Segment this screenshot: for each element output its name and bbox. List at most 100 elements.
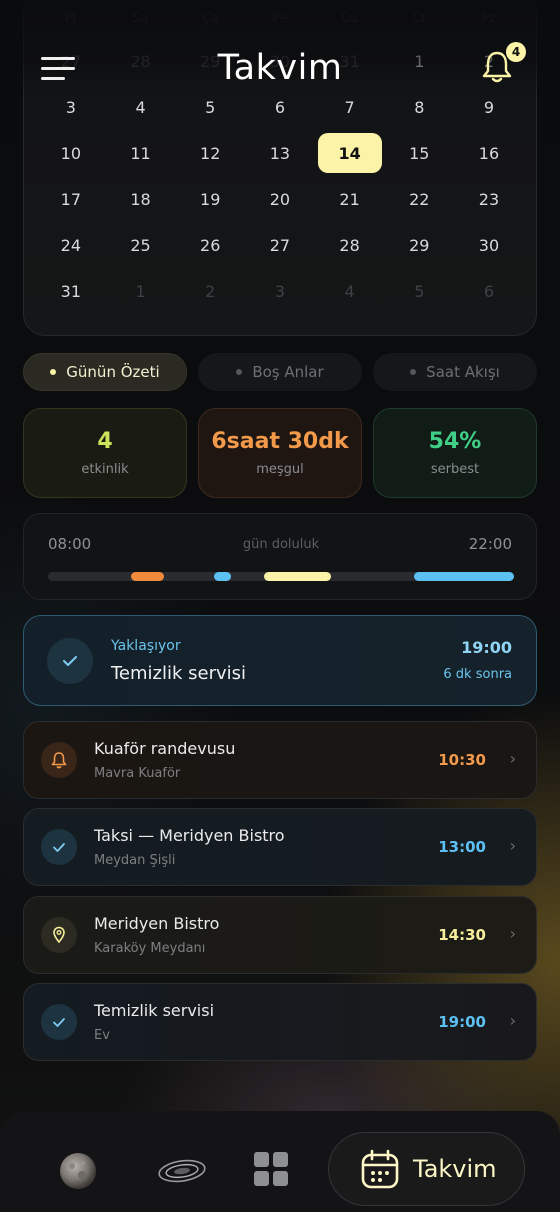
weekday-label: Cu	[340, 10, 359, 26]
calendar-day[interactable]: 4	[106, 84, 176, 130]
calendar-day-number: 14	[317, 133, 382, 173]
check-icon	[41, 1004, 77, 1040]
tab-label: Günün Özeti	[66, 363, 160, 381]
fullness-segment	[264, 572, 331, 581]
calendar-day[interactable]: 11	[106, 130, 176, 176]
calendar-day[interactable]: 13	[245, 130, 315, 176]
calendar-day-number: 1	[135, 281, 146, 301]
location-pin-icon	[41, 917, 77, 953]
weekday-label: Ct	[412, 10, 427, 26]
tab-dot	[410, 369, 417, 375]
nav-grid[interactable]	[253, 1151, 289, 1187]
calendar-day-number: 23	[478, 189, 500, 209]
calendar-day[interactable]: 2	[175, 268, 245, 314]
fullness-end: 22:00	[468, 535, 512, 553]
calendar-day-number: 6	[274, 97, 285, 117]
event-title: Meridyen Bistro	[94, 914, 220, 933]
event-row[interactable]: Kuaför randevusu Mavra Kuaför 10:30 ›	[23, 721, 537, 799]
event-subtitle: Mavra Kuaför	[94, 766, 181, 781]
calendar-day-number: 31	[60, 281, 82, 301]
chevron-right-icon: ›	[509, 836, 516, 855]
calendar-day[interactable]: 25	[106, 222, 176, 268]
nav-planet[interactable]	[156, 1151, 208, 1191]
calendar-day[interactable]: 29	[384, 222, 454, 268]
calendar-day[interactable]: 6	[454, 268, 524, 314]
calendar-day[interactable]: 22	[384, 176, 454, 222]
calendar-day-number: 4	[135, 97, 146, 117]
stat-label: etkinlik	[81, 462, 129, 477]
calendar-day[interactable]: 28	[106, 38, 176, 84]
upcoming-status: Yaklaşıyor	[111, 638, 181, 654]
page-title: Takvim	[217, 48, 343, 88]
calendar-day-number: 26	[200, 235, 221, 255]
calendar-day-number: 18	[130, 189, 151, 209]
event-title: Kuaför randevusu	[94, 739, 236, 758]
event-row[interactable]: Temizlik servisi Ev 19:00 ›	[23, 983, 537, 1061]
calendar-day[interactable]: 5	[384, 268, 454, 314]
calendar-day[interactable]: 23	[454, 176, 524, 222]
tab-hour-flow[interactable]: Saat Akışı	[373, 353, 537, 391]
calendar-day-number: 21	[339, 189, 360, 209]
upcoming-event-card[interactable]: Yaklaşıyor Temizlik servisi 19:00 6 dk s…	[23, 615, 537, 706]
calendar-day[interactable]: 8	[384, 84, 454, 130]
tab-label: Boş Anlar	[252, 363, 324, 381]
calendar-day-number: 24	[60, 235, 82, 255]
tab-dot	[50, 369, 57, 375]
calendar-day[interactable]: 6	[245, 84, 315, 130]
fullness-track	[48, 572, 514, 581]
bell-icon	[41, 742, 77, 778]
calendar-day[interactable]: 17	[36, 176, 106, 222]
calendar-icon	[361, 1149, 399, 1189]
calendar-day-selected[interactable]: 14	[315, 130, 385, 176]
calendar-day[interactable]: 3	[245, 268, 315, 314]
tab-label: Saat Akışı	[426, 363, 500, 381]
menu-icon[interactable]	[41, 57, 75, 81]
calendar-day[interactable]: 21	[315, 176, 385, 222]
event-time: 19:00	[438, 1013, 486, 1031]
nav-moon[interactable]	[58, 1151, 98, 1191]
calendar-day[interactable]: 12	[175, 130, 245, 176]
calendar-day[interactable]: 3	[36, 84, 106, 130]
calendar-day-number: 19	[200, 189, 221, 209]
day-fullness-card: 08:00 gün doluluk 22:00	[23, 513, 537, 600]
calendar-day[interactable]: 5	[175, 84, 245, 130]
calendar-day-number: 29	[409, 235, 430, 255]
calendar-day[interactable]: 10	[36, 130, 106, 176]
calendar-day-number: 2	[205, 281, 216, 301]
calendar-day-number: 11	[130, 143, 151, 163]
notifications-button[interactable]: 4	[482, 42, 526, 86]
calendar-day[interactable]: 20	[245, 176, 315, 222]
calendar-day[interactable]: 31	[36, 268, 106, 314]
calendar-day[interactable]: 16	[454, 130, 524, 176]
upcoming-title: Temizlik servisi	[111, 663, 247, 684]
event-subtitle: Ev	[94, 1028, 110, 1043]
tab-dot	[236, 369, 243, 375]
event-row[interactable]: Meridyen Bistro Karaköy Meydanı 14:30 ›	[23, 896, 537, 974]
planet-ring-icon	[158, 1159, 206, 1183]
tab-day-summary[interactable]: Günün Özeti	[23, 353, 187, 391]
calendar-day-number: 30	[478, 235, 500, 255]
calendar-day[interactable]: 4	[315, 268, 385, 314]
calendar-day[interactable]: 7	[315, 84, 385, 130]
calendar-day[interactable]: 27	[245, 222, 315, 268]
calendar-day[interactable]: 18	[106, 176, 176, 222]
calendar-day[interactable]: 24	[36, 222, 106, 268]
calendar-day[interactable]: 1	[384, 38, 454, 84]
event-row[interactable]: Taksi — Meridyen Bistro Meydan Şişli 13:…	[23, 808, 537, 886]
calendar-day[interactable]: 26	[175, 222, 245, 268]
weekday-label: Pz	[481, 10, 497, 26]
calendar-day[interactable]: 1	[106, 268, 176, 314]
calendar-day[interactable]: 30	[454, 222, 524, 268]
calendar-day-number: 16	[478, 143, 500, 163]
event-title: Temizlik servisi	[94, 1001, 215, 1020]
calendar-day[interactable]: 15	[384, 130, 454, 176]
calendar-day-number: 15	[409, 143, 430, 163]
event-subtitle: Meydan Şişli	[94, 853, 176, 868]
fullness-segment	[414, 572, 514, 581]
tab-free-moments[interactable]: Boş Anlar	[198, 353, 362, 391]
calendar-day[interactable]: 28	[315, 222, 385, 268]
nav-calendar[interactable]: Takvim	[328, 1132, 525, 1206]
weekday-label: Pt	[64, 10, 78, 26]
calendar-day[interactable]: 19	[175, 176, 245, 222]
calendar-day[interactable]: 9	[454, 84, 524, 130]
